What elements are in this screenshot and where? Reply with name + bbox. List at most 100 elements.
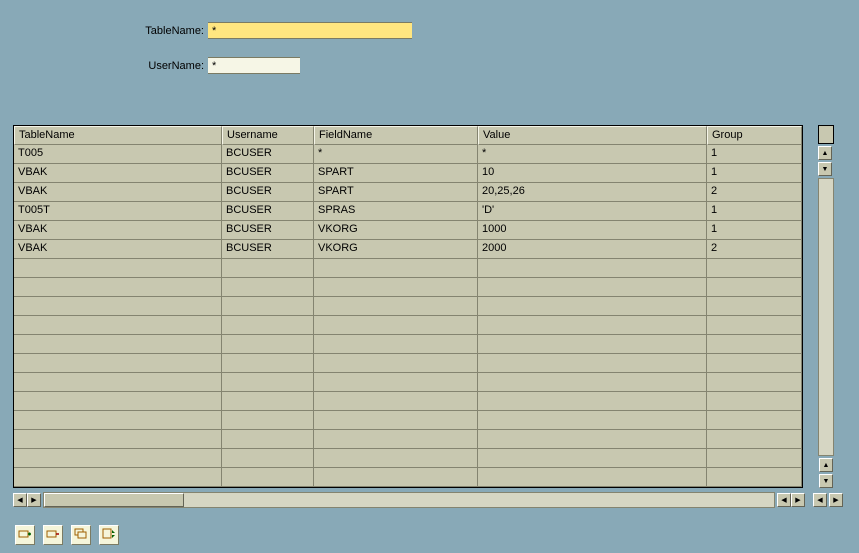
table-row[interactable]	[14, 335, 802, 354]
table-cell[interactable]	[478, 278, 707, 297]
table-cell[interactable]: VKORG	[314, 221, 478, 240]
table-cell[interactable]	[478, 373, 707, 392]
table-cell[interactable]	[478, 354, 707, 373]
tablename-input[interactable]	[208, 22, 412, 39]
table-cell[interactable]	[478, 335, 707, 354]
scroll-left-button[interactable]: ◀	[13, 493, 27, 507]
table-row[interactable]	[14, 278, 802, 297]
table-cell[interactable]	[707, 468, 802, 487]
table-cell[interactable]	[707, 449, 802, 468]
table-cell[interactable]	[314, 354, 478, 373]
table-cell[interactable]	[478, 297, 707, 316]
table-cell[interactable]: *	[478, 145, 707, 164]
table-cell[interactable]	[707, 297, 802, 316]
copy-row-button[interactable]	[71, 525, 91, 545]
table-cell[interactable]	[478, 449, 707, 468]
scroll-down-button[interactable]: ▼	[818, 162, 832, 176]
delete-row-button[interactable]	[43, 525, 63, 545]
scroll-left-button-2[interactable]: ◀	[777, 493, 791, 507]
table-cell[interactable]: 1	[707, 164, 802, 183]
table-row[interactable]: VBAKBCUSERSPART20,25,262	[14, 183, 802, 202]
table-cell[interactable]	[707, 430, 802, 449]
table-cell[interactable]	[222, 392, 314, 411]
scroll-down-button-2[interactable]: ▼	[819, 474, 833, 488]
table-cell[interactable]	[222, 411, 314, 430]
vscroll-track[interactable]	[818, 178, 834, 456]
table-cell[interactable]: VBAK	[14, 164, 222, 183]
table-cell[interactable]: 1	[707, 202, 802, 221]
table-cell[interactable]: 1000	[478, 221, 707, 240]
table-row[interactable]	[14, 316, 802, 335]
table-cell[interactable]	[314, 278, 478, 297]
hscroll-thumb[interactable]	[44, 493, 184, 507]
table-cell[interactable]	[314, 259, 478, 278]
table-row[interactable]: VBAKBCUSERSPART101	[14, 164, 802, 183]
table-cell[interactable]: VBAK	[14, 221, 222, 240]
username-input[interactable]	[208, 57, 300, 74]
table-cell[interactable]: SPRAS	[314, 202, 478, 221]
table-cell[interactable]	[222, 278, 314, 297]
table-row[interactable]: T005BCUSER**1	[14, 145, 802, 164]
table-cell[interactable]	[14, 468, 222, 487]
table-cell[interactable]: 10	[478, 164, 707, 183]
table-row[interactable]	[14, 430, 802, 449]
table-cell[interactable]: BCUSER	[222, 145, 314, 164]
table-cell[interactable]: BCUSER	[222, 202, 314, 221]
table-cell[interactable]: SPART	[314, 183, 478, 202]
table-cell[interactable]: 'D'	[478, 202, 707, 221]
table-cell[interactable]	[707, 278, 802, 297]
table-cell[interactable]: 20,25,26	[478, 183, 707, 202]
table-cell[interactable]	[314, 411, 478, 430]
table-cell[interactable]	[707, 354, 802, 373]
table-cell[interactable]	[222, 316, 314, 335]
table-cell[interactable]	[222, 449, 314, 468]
table-cell[interactable]	[222, 430, 314, 449]
table-cell[interactable]: 2	[707, 183, 802, 202]
table-cell[interactable]	[707, 259, 802, 278]
table-row[interactable]: VBAKBCUSERVKORG10001	[14, 221, 802, 240]
scroll-end-left-button[interactable]: ◀	[813, 493, 827, 507]
sort-button[interactable]	[99, 525, 119, 545]
scroll-right-button[interactable]: ▶	[27, 493, 41, 507]
table-cell[interactable]	[222, 468, 314, 487]
table-cell[interactable]	[14, 373, 222, 392]
col-header-tablename[interactable]: TableName	[14, 126, 222, 145]
table-cell[interactable]	[222, 373, 314, 392]
table-cell[interactable]	[314, 468, 478, 487]
table-cell[interactable]: T005T	[14, 202, 222, 221]
table-row[interactable]	[14, 354, 802, 373]
table-cell[interactable]: BCUSER	[222, 240, 314, 259]
table-cell[interactable]	[478, 392, 707, 411]
table-cell[interactable]	[14, 430, 222, 449]
table-cell[interactable]	[478, 468, 707, 487]
table-cell[interactable]: VBAK	[14, 183, 222, 202]
table-cell[interactable]	[478, 259, 707, 278]
table-cell[interactable]: *	[314, 145, 478, 164]
table-cell[interactable]	[14, 278, 222, 297]
table-cell[interactable]	[707, 411, 802, 430]
table-cell[interactable]: T005	[14, 145, 222, 164]
table-row[interactable]: T005TBCUSERSPRAS'D'1	[14, 202, 802, 221]
table-cell[interactable]	[14, 259, 222, 278]
table-cell[interactable]	[314, 335, 478, 354]
scroll-end-right-button[interactable]: ▶	[829, 493, 843, 507]
insert-row-button[interactable]	[15, 525, 35, 545]
table-cell[interactable]	[14, 449, 222, 468]
table-cell[interactable]: 2000	[478, 240, 707, 259]
hscroll-track[interactable]	[43, 492, 775, 508]
table-cell[interactable]: VKORG	[314, 240, 478, 259]
table-cell[interactable]	[707, 373, 802, 392]
table-cell[interactable]	[314, 297, 478, 316]
table-row[interactable]	[14, 259, 802, 278]
table-cell[interactable]: BCUSER	[222, 164, 314, 183]
scroll-up-button[interactable]: ▲	[818, 146, 832, 160]
table-cell[interactable]: BCUSER	[222, 221, 314, 240]
table-cell[interactable]	[707, 316, 802, 335]
col-header-group[interactable]: Group	[707, 126, 802, 145]
table-cell[interactable]	[478, 430, 707, 449]
table-cell[interactable]	[707, 392, 802, 411]
table-cell[interactable]	[222, 335, 314, 354]
scroll-right-button-2[interactable]: ▶	[791, 493, 805, 507]
table-cell[interactable]: 1	[707, 221, 802, 240]
table-cell[interactable]: VBAK	[14, 240, 222, 259]
